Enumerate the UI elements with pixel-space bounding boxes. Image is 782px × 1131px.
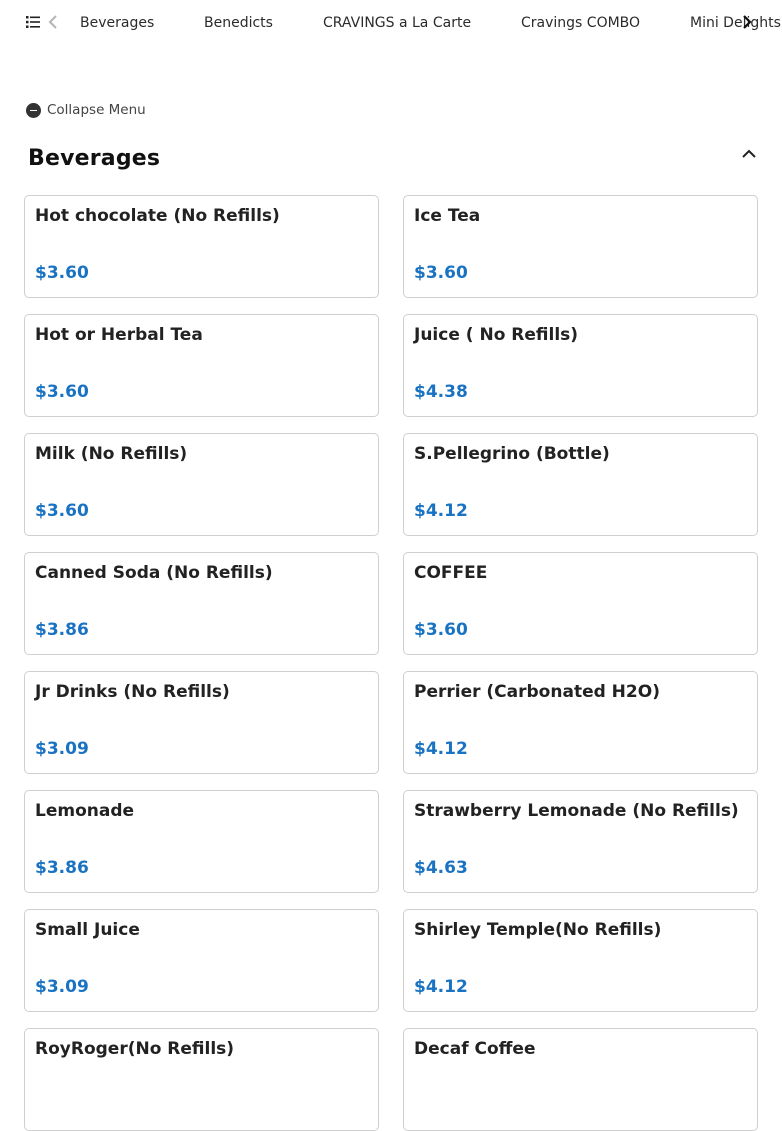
item-price: $3.60 [35, 501, 89, 521]
menu-items-grid: Hot chocolate (No Refills) $3.60 Ice Tea… [24, 195, 758, 1131]
section-title: Beverages [28, 146, 161, 171]
menu-item-card[interactable]: Strawberry Lemonade (No Refills) $4.63 [403, 790, 758, 893]
item-name: Decaf Coffee [414, 1039, 536, 1059]
tab-cravings-a-la-carte[interactable]: CRAVINGS a La Carte [323, 14, 471, 32]
menu-item-card[interactable]: Perrier (Carbonated H2O) $4.12 [403, 671, 758, 774]
collapse-menu-label: Collapse Menu [47, 102, 146, 118]
item-name: Milk (No Refills) [35, 444, 188, 464]
item-name: RoyRoger(No Refills) [35, 1039, 235, 1059]
item-name: Strawberry Lemonade (No Refills) [414, 801, 739, 821]
category-nav: Beverages Benedicts CRAVINGS a La Carte … [0, 0, 782, 46]
item-price: $3.86 [35, 620, 89, 640]
item-price: $3.09 [35, 739, 89, 759]
item-price: $3.09 [35, 977, 89, 997]
item-price: $3.60 [35, 382, 89, 402]
item-name: Canned Soda (No Refills) [35, 563, 273, 583]
item-price: $3.60 [414, 263, 468, 283]
chevron-right-icon[interactable] [740, 13, 754, 31]
item-name: S.Pellegrino (Bottle) [414, 444, 610, 464]
menu-item-card[interactable]: Ice Tea $3.60 [403, 195, 758, 298]
menu-item-card[interactable]: S.Pellegrino (Bottle) $4.12 [403, 433, 758, 536]
item-name: COFFEE [414, 563, 488, 583]
menu-item-card[interactable]: Small Juice $3.09 [24, 909, 379, 1012]
list-icon[interactable] [26, 15, 40, 29]
menu-item-card[interactable]: Canned Soda (No Refills) $3.86 [24, 552, 379, 655]
item-name: Hot or Herbal Tea [35, 325, 203, 345]
menu-item-card[interactable]: Decaf Coffee [403, 1028, 758, 1131]
chevron-left-icon[interactable] [46, 13, 60, 31]
item-price: $3.60 [414, 620, 468, 640]
menu-item-card[interactable]: Juice ( No Refills) $4.38 [403, 314, 758, 417]
item-price: $3.86 [35, 858, 89, 878]
item-name: Perrier (Carbonated H2O) [414, 682, 660, 702]
menu-item-card[interactable]: Jr Drinks (No Refills) $3.09 [24, 671, 379, 774]
minus-circle-icon [26, 102, 41, 118]
tab-mini-delights[interactable]: Mini Delights [690, 14, 781, 32]
item-price: $4.63 [414, 858, 468, 878]
item-name: Lemonade [35, 801, 135, 821]
tab-benedicts[interactable]: Benedicts [204, 14, 273, 32]
menu-item-card[interactable]: Shirley Temple(No Refills) $4.12 [403, 909, 758, 1012]
tab-beverages[interactable]: Beverages [80, 14, 154, 32]
menu-item-card[interactable]: Hot or Herbal Tea $3.60 [24, 314, 379, 417]
menu-item-card[interactable]: COFFEE $3.60 [403, 552, 758, 655]
item-name: Shirley Temple(No Refills) [414, 920, 662, 940]
chevron-up-icon[interactable] [740, 146, 758, 160]
item-price: $3.60 [35, 263, 89, 283]
item-price: $4.12 [414, 501, 468, 521]
item-price: $4.38 [414, 382, 468, 402]
item-price: $4.12 [414, 977, 468, 997]
menu-item-card[interactable]: Lemonade $3.86 [24, 790, 379, 893]
item-name: Juice ( No Refills) [414, 325, 579, 345]
menu-item-card[interactable]: Milk (No Refills) $3.60 [24, 433, 379, 536]
tab-cravings-combo[interactable]: Cravings COMBO [521, 14, 640, 32]
item-name: Jr Drinks (No Refills) [35, 682, 230, 702]
item-price: $4.12 [414, 739, 468, 759]
item-name: Hot chocolate (No Refills) [35, 206, 280, 226]
collapse-menu-button[interactable]: Collapse Menu [26, 101, 146, 119]
item-name: Ice Tea [414, 206, 481, 226]
menu-item-card[interactable]: Hot chocolate (No Refills) $3.60 [24, 195, 379, 298]
item-name: Small Juice [35, 920, 140, 940]
menu-item-card[interactable]: RoyRoger(No Refills) [24, 1028, 379, 1131]
